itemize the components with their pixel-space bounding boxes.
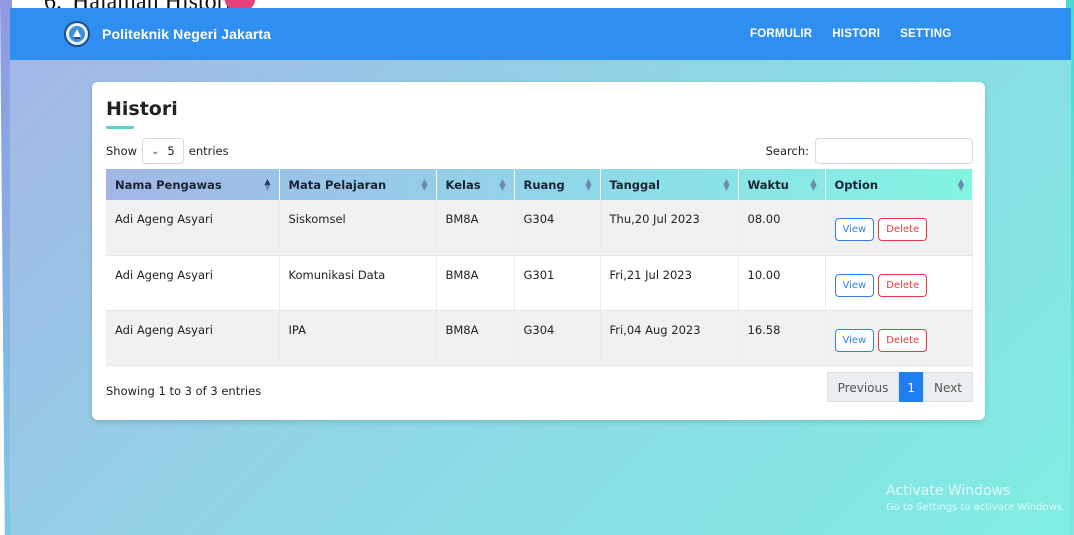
view-button[interactable]: View [834,273,875,297]
sort-icon: ▲ ▼ [264,177,271,192]
watermark-subtitle: Go to Settings to activate Windows. [886,502,1066,513]
table-footer: Showing 1 to 3 of 3 entries Previous 1 N… [106,371,973,402]
cell-option: View Delete [825,200,973,256]
entries-value: 5 [167,144,175,158]
navbar: Politeknik Negeri Jakarta FORMULIR HISTO… [10,8,1071,60]
delete-button[interactable]: Delete [878,273,928,297]
sort-icon: ▲ ▼ [723,177,730,192]
column-header-option[interactable]: Option ▲ ▼ [825,169,973,200]
sort-icon: ▲ ▼ [421,177,428,192]
sort-icon: ▲ ▼ [585,177,592,192]
entries-info: Showing 1 to 3 of 3 entries [106,383,262,398]
histori-card: Histori Show ⌄ 5 entries Search: Nama Pe… [92,82,985,420]
histori-table: Nama Pengawas ▲ ▼ Mata Pelajaran ▲ ▼ Kelas ▲ ▼… [106,169,973,366]
cell-mata-pelajaran: IPA [279,310,437,366]
sort-icon: ▲ ▼ [810,177,817,192]
brand-name[interactable]: Politeknik Negeri Jakarta [102,26,271,42]
next-page-button[interactable]: Next [923,371,973,402]
delete-button[interactable]: Delete [878,328,928,352]
cell-tanggal: Thu,20 Jul 2023 [600,200,739,256]
table-controls: Show ⌄ 5 entries Search: [106,138,973,164]
cell-kelas: BM8A [436,255,515,311]
cell-waktu: 08.00 [738,200,826,256]
delete-button[interactable]: Delete [878,218,928,241]
cell-option: View Delete [825,255,973,311]
column-header-waktu[interactable]: Waktu ▲ ▼ [738,169,826,200]
cell-tanggal: Fri,21 Jul 2023 [600,255,739,311]
table-row: Adi Ageng Asyari IPA BM8A G304 Fri,04 Au… [106,310,973,366]
view-button[interactable]: View [834,218,875,241]
search-label: Search: [765,144,809,158]
table-row: Adi Ageng Asyari Siskomsel BM8A G304 Thu… [106,200,973,256]
entries-length: Show ⌄ 5 entries [106,138,229,164]
cell-nama-pengawas: Adi Ageng Asyari [106,310,280,366]
nav-link-setting[interactable]: SETTING [900,28,951,40]
search-box: Search: [766,138,973,164]
app-window: Politeknik Negeri Jakarta FORMULIR HISTO… [10,8,1071,535]
cell-mata-pelajaran: Komunikasi Data [279,255,437,311]
page-title: Histori [106,98,178,120]
search-input[interactable] [815,138,973,164]
nav-link-histori[interactable]: HISTORI [832,28,880,40]
nav-links: FORMULIR HISTORI SETTING [750,8,951,60]
view-button[interactable]: View [834,328,875,352]
cell-mata-pelajaran: Siskomsel [279,200,437,256]
chevron-down-icon: ⌄ [151,145,160,157]
watermark-title: Activate Windows [886,483,1011,499]
show-label: Show [106,144,138,158]
campus-logo-icon [64,21,90,47]
sort-icon: ▲ ▼ [499,177,506,192]
table-row: Adi Ageng Asyari Komunikasi Data BM8A G3… [106,255,973,311]
cell-option: View Delete [825,310,973,366]
table-header-row: Nama Pengawas ▲ ▼ Mata Pelajaran ▲ ▼ Kelas ▲ ▼… [106,169,973,200]
cell-nama-pengawas: Adi Ageng Asyari [106,200,280,256]
pagination: Previous 1 Next [826,371,973,402]
entries-select[interactable]: ⌄ 5 [142,138,184,164]
cell-kelas: BM8A [436,200,515,256]
sort-icon: ▲ ▼ [957,177,964,192]
previous-page-button[interactable]: Previous [826,371,900,402]
cell-ruang: G304 [514,200,601,256]
title-underline [106,126,134,129]
column-header-mata-pelajaran[interactable]: Mata Pelajaran ▲ ▼ [279,169,437,200]
column-header-ruang[interactable]: Ruang ▲ ▼ [514,169,601,200]
nav-link-formulir[interactable]: FORMULIR [750,28,812,40]
cell-waktu: 10.00 [738,255,826,311]
cell-ruang: G304 [514,310,601,366]
column-header-kelas[interactable]: Kelas ▲ ▼ [436,169,515,200]
cell-ruang: G301 [514,255,601,311]
entries-label: entries [188,144,229,158]
page-1-button[interactable]: 1 [899,371,924,402]
cell-tanggal: Fri,04 Aug 2023 [600,310,739,366]
column-header-tanggal[interactable]: Tanggal ▲ ▼ [600,169,739,200]
cell-kelas: BM8A [436,310,515,366]
cell-waktu: 16.58 [738,310,826,366]
column-header-nama-pengawas[interactable]: Nama Pengawas ▲ ▼ [106,169,280,200]
cell-nama-pengawas: Adi Ageng Asyari [106,255,280,311]
activate-windows-watermark: Activate Windows Go to Settings to activ… [886,483,1065,513]
